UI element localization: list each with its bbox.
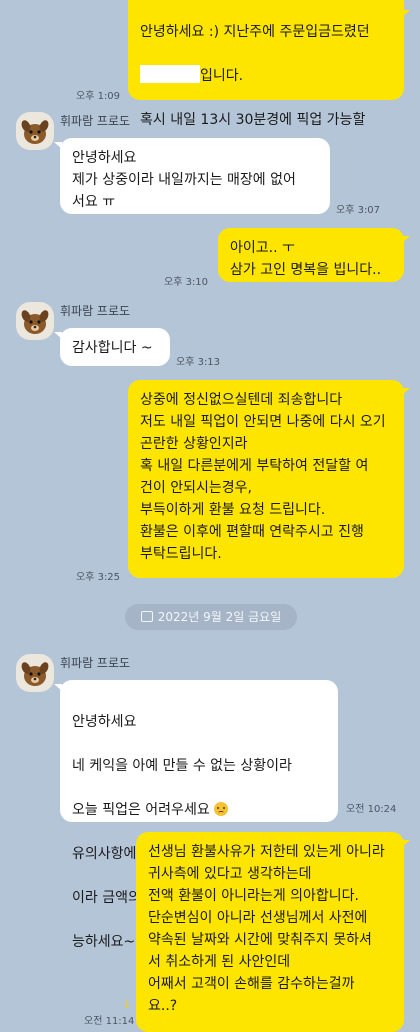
my-message-bubble[interactable]: 아이고.. ㅜ 삼가 고인 명복을 빕니다.. xyxy=(218,228,404,282)
received-message-bubble[interactable]: 안녕하세요 네 케익을 아예 만들 수 없는 상황이라 오늘 픽업은 어려우세요… xyxy=(60,680,338,950)
calendar-icon xyxy=(140,611,153,622)
my-message-bubble[interactable]: 상중에 정신없으실텐데 죄송합니다 저도 내일 픽업이 안되면 나중에 다시 오… xyxy=(128,380,404,578)
message-time: 오후 3:13 xyxy=(176,357,221,368)
bubble-tail xyxy=(402,10,410,17)
avatar[interactable] xyxy=(16,302,54,340)
message-line: 네 케익을 아예 만들 수 없는 상황이라 xyxy=(72,758,292,774)
bubble-tail xyxy=(402,840,410,847)
message-time: 오후 3:10 xyxy=(164,277,209,288)
message-time: 오후 3:07 xyxy=(336,205,381,216)
message-line: 안녕하세요 xyxy=(72,714,137,730)
received-message-bubble[interactable]: 안녕하세요 제가 상중이라 내일까지는 매장에 없어 서요 ㅠ xyxy=(60,138,330,214)
message-time: 오후 1:09 xyxy=(76,91,121,102)
dog-avatar-icon xyxy=(21,120,49,144)
sender-name: 휘파람 프로도 xyxy=(60,304,131,318)
my-message-bubble[interactable]: 안녕하세요 :) 지난주에 주문입금드렸던 입니다. 혹시 내일 13시 30분… xyxy=(128,0,404,172)
message-time: 오후 3:25 xyxy=(76,572,121,583)
sad-face-emoji-icon xyxy=(214,802,229,816)
avatar[interactable] xyxy=(16,112,54,150)
sender-name: 휘파람 프로도 xyxy=(60,656,131,670)
dog-avatar-icon xyxy=(21,662,49,686)
message-line: 오늘 픽업은 어려우세요 xyxy=(72,799,326,821)
date-divider: 2022년 9월 2일 금요일 xyxy=(125,604,297,630)
message-line: 혹시 내일 13시 30분경에 픽업 가능할 xyxy=(140,112,366,128)
message-time: 오전 10:24 xyxy=(346,804,397,815)
bubble-tail xyxy=(402,236,410,243)
my-message-bubble[interactable]: 선생님 환불사유가 저한테 있는게 아니라 귀사측에 있다고 생각하는데 전액 … xyxy=(136,832,404,1032)
redacted-name xyxy=(140,65,200,83)
dog-avatar-icon xyxy=(21,310,49,334)
message-line: 입니다. xyxy=(140,65,392,87)
avatar[interactable] xyxy=(16,654,54,692)
message-time: 오전 11:14 xyxy=(84,1016,135,1027)
received-message-bubble[interactable]: 감사합니다 ~ xyxy=(60,328,170,366)
message-line: 안녕하세요 :) 지난주에 주문입금드렸던 xyxy=(140,24,370,40)
unread-count: 1 xyxy=(124,1000,131,1011)
bubble-tail xyxy=(402,388,410,395)
sender-name: 휘파람 프로도 xyxy=(60,114,131,128)
